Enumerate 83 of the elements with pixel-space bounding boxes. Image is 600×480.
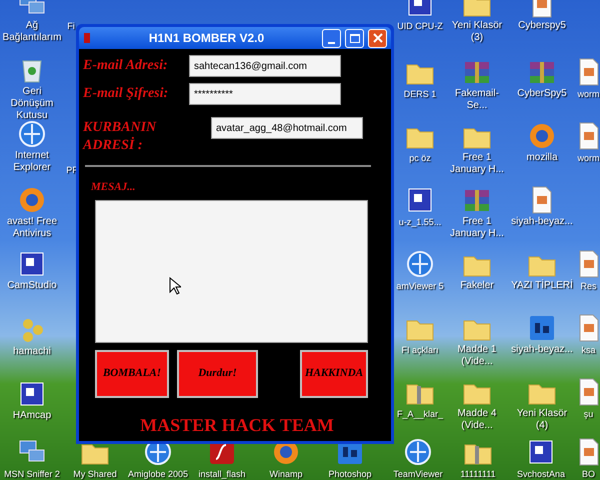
desktop-icon-label[interactable]: F_A__klar_ [396,408,444,420]
app-icon [18,380,46,408]
field-label: KURBANIN ADRESİ : [83,119,158,155]
desktop-icon-label[interactable]: SvchostAna [516,468,566,480]
desktop-icon-label[interactable]: Yeni Klasör (4) [510,408,574,432]
desktop-icon-label[interactable]: Fi [67,20,75,32]
desktop-icon-label[interactable]: MSN Sniffer 2 [4,468,60,480]
desktop-icon-label[interactable]: Res [580,280,596,292]
desktop-icon-label[interactable]: Fakeler [460,280,494,292]
desktop-icon-label[interactable]: worm [578,88,600,100]
desktop-icon-label[interactable]: mozilla [526,152,558,164]
globe-icon [404,438,432,466]
action-button[interactable]: Durdur! [177,350,258,398]
document-icon [576,314,600,342]
desktop-icon-label[interactable]: siyah-beyaz... [511,344,573,356]
app-icon [527,438,555,466]
round-app-icon [528,122,556,150]
desktop-icon-label[interactable]: CyberSpy5 [517,88,567,100]
message-field[interactable] [95,200,368,342]
desktop-icon-label[interactable]: amViewer 5 [396,280,444,292]
desktop-icon-label[interactable]: My Shared [73,468,117,480]
desktop-icon-label[interactable]: DERS 1 [404,88,436,100]
globe-icon [406,250,434,278]
message-label: MESAJ... [91,180,136,195]
desktop-icon-label[interactable]: 11111111 [460,468,496,480]
close-button[interactable] [368,28,387,48]
app-icon [406,186,434,214]
minimize-button[interactable] [322,28,341,48]
desktop-icon-label[interactable]: siyah-beyaz... [511,216,573,228]
desktop-icon-label[interactable]: UID CPU-Z [397,20,443,32]
desktop-icon-label[interactable]: Yeni Klasör (3) [446,20,508,44]
text-field[interactable]: ********** [189,83,341,105]
desktop-icon-label[interactable]: hamachi [13,346,51,358]
archive-books-icon [462,60,492,86]
desktop-icon-label[interactable]: Fakemail-Se... [446,88,508,112]
cursor-icon [169,277,181,295]
document-icon [576,122,600,150]
document-icon [576,250,600,278]
desktop-icon-label[interactable]: Free 1 January H... [446,152,508,176]
desktop-icon-label[interactable]: Geri Dönüşüm Kutusu [1,86,63,122]
desktop-icon-label[interactable]: FI açkları [401,344,438,356]
desktop-icon-label[interactable]: ksa [581,344,596,356]
round-app-icon [18,186,46,214]
maximize-button[interactable] [345,28,364,48]
desktop-icon-label[interactable]: YAZI TİPLERİ [511,280,573,292]
desktop-icon-label[interactable]: Ağ Bağlantılarım [1,20,63,44]
document-icon [576,438,600,466]
ps-logo-icon [528,314,556,342]
app-icon [18,250,46,278]
action-button[interactable]: HAKKINDA [300,350,368,398]
desktop-icon-label[interactable]: Photoshop [328,468,372,480]
desktop-icon-label[interactable]: u-z_1.55... [398,216,442,228]
desktop-icon-label[interactable]: Madde 4 (Vide... [446,408,508,432]
text-field[interactable]: avatar_agg_48@hotmail.com [211,117,363,139]
desktop-icon-label[interactable]: BO [582,468,595,480]
desktop-icon-label[interactable]: CamStudio [7,280,57,292]
close-icon [372,33,382,43]
desktop-icon-label[interactable]: TeamViewer [393,468,443,480]
desktop-icon-label[interactable]: Madde 1 (Vide... [446,344,508,368]
app-icon [83,32,91,44]
desktop-icon-label[interactable]: pc öz [409,152,431,164]
archive-books-icon [527,60,557,86]
document-icon [530,186,554,214]
field-label: E-mail Adresi: [83,57,169,75]
desktop-icon-label[interactable]: Free 1 January H... [446,216,508,240]
field-label: E-mail Şifresi: [83,85,170,103]
desktop-icon-label[interactable]: HAmcap [12,410,52,422]
desktop-icon-label[interactable]: Cyberspy5 [518,20,566,32]
archive-books-icon [462,188,492,214]
text-field[interactable]: sahtecan136@gmail.com [189,55,341,77]
desktop-icon-label[interactable]: worm [578,152,600,164]
desktop-icon-label[interactable]: şu [584,408,594,420]
footer-title: MASTER HACK TEAM [140,414,334,436]
desktop-icon-label[interactable]: Amiglobe 2005 [128,468,188,480]
desktop-icon-label[interactable]: Internet Explorer [1,150,63,174]
window-title: H1N1 BOMBER V2.0 [148,30,266,47]
globe-icon [18,120,46,148]
document-icon [576,58,600,86]
document-icon [576,378,600,406]
desktop-icon-label[interactable]: install_flash [198,468,246,480]
action-button[interactable]: BOMBALA! [95,350,169,398]
desktop-icon-label[interactable]: avast! Free Antivirus [1,216,63,240]
desktop-icon-label[interactable]: Winamp [269,468,302,480]
